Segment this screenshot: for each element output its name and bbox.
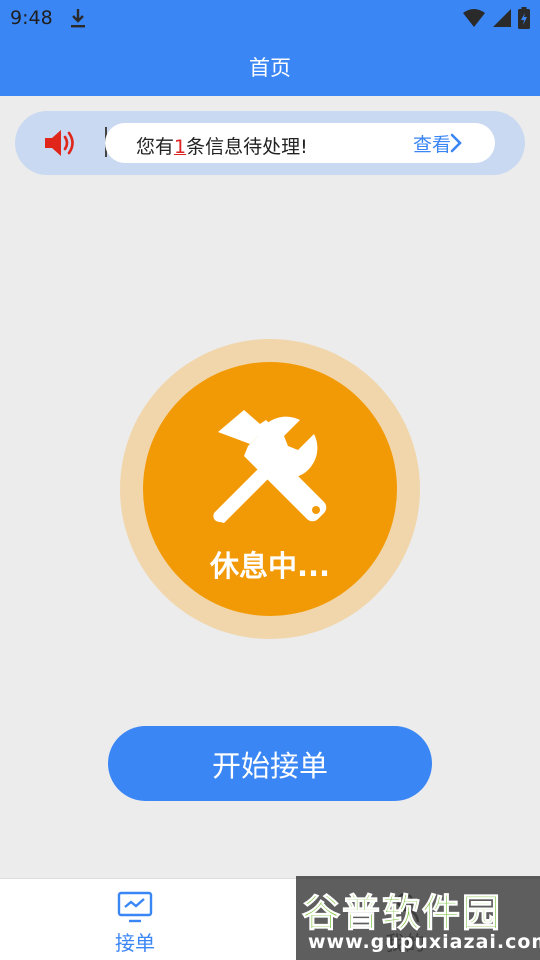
notice-message[interactable]: 您有1条信息待处理! 查看 [105, 123, 495, 163]
app-bar: 首页 [0, 36, 540, 96]
notice-banner[interactable]: 您有1条信息待处理! 查看 [15, 111, 525, 175]
tools-icon [213, 410, 327, 523]
watermark-title: 谷普软件园 [301, 891, 503, 936]
monitor-icon [117, 891, 153, 923]
notice-text: 您有1条信息待处理! [136, 136, 308, 158]
chevron-right-icon[interactable] [449, 133, 463, 153]
page-title: 首页 [249, 56, 291, 80]
start-order-button[interactable]: 开始接单 [108, 726, 432, 801]
nav-label-orders: 接单 [115, 931, 155, 955]
download-icon [71, 9, 85, 28]
notice-count: 1 [174, 136, 187, 158]
battery-icon [518, 7, 530, 29]
nav-item-orders[interactable]: 接单 [0, 879, 270, 960]
status-time: 9:48 [10, 7, 53, 29]
watermark-url: www.gupuxiazai.com [308, 931, 540, 953]
status-bar: 9:48 [0, 0, 540, 36]
watermark: 谷普软件园 www.gupuxiazai.com [296, 876, 540, 960]
speaker-icon [45, 130, 74, 156]
status-label: 休息中... [209, 549, 331, 583]
wifi-icon [463, 9, 485, 27]
signal-icon [493, 9, 511, 27]
status-icons [462, 7, 530, 29]
notice-view-link[interactable]: 查看 [413, 130, 451, 157]
